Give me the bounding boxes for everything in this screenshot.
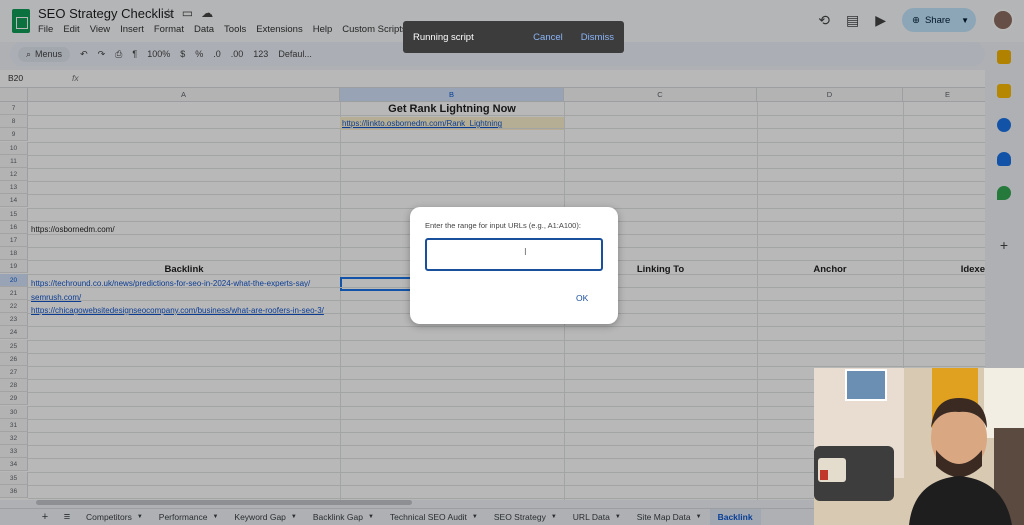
dialog-prompt: Enter the range for input URLs (e.g., A1… bbox=[425, 221, 581, 230]
presenter-webcam bbox=[814, 368, 1024, 525]
ok-button[interactable]: OK bbox=[576, 293, 588, 303]
input-range-dialog: Enter the range for input URLs (e.g., A1… bbox=[410, 207, 618, 324]
webcam-image bbox=[814, 368, 1024, 525]
script-toast: Running script Cancel Dismiss bbox=[403, 21, 624, 53]
toast-message: Running script bbox=[413, 31, 474, 43]
toast-cancel-button[interactable]: Cancel bbox=[533, 32, 563, 43]
text-cursor-icon: I bbox=[524, 247, 527, 258]
range-input[interactable] bbox=[425, 238, 603, 271]
toast-dismiss-button[interactable]: Dismiss bbox=[581, 32, 614, 43]
